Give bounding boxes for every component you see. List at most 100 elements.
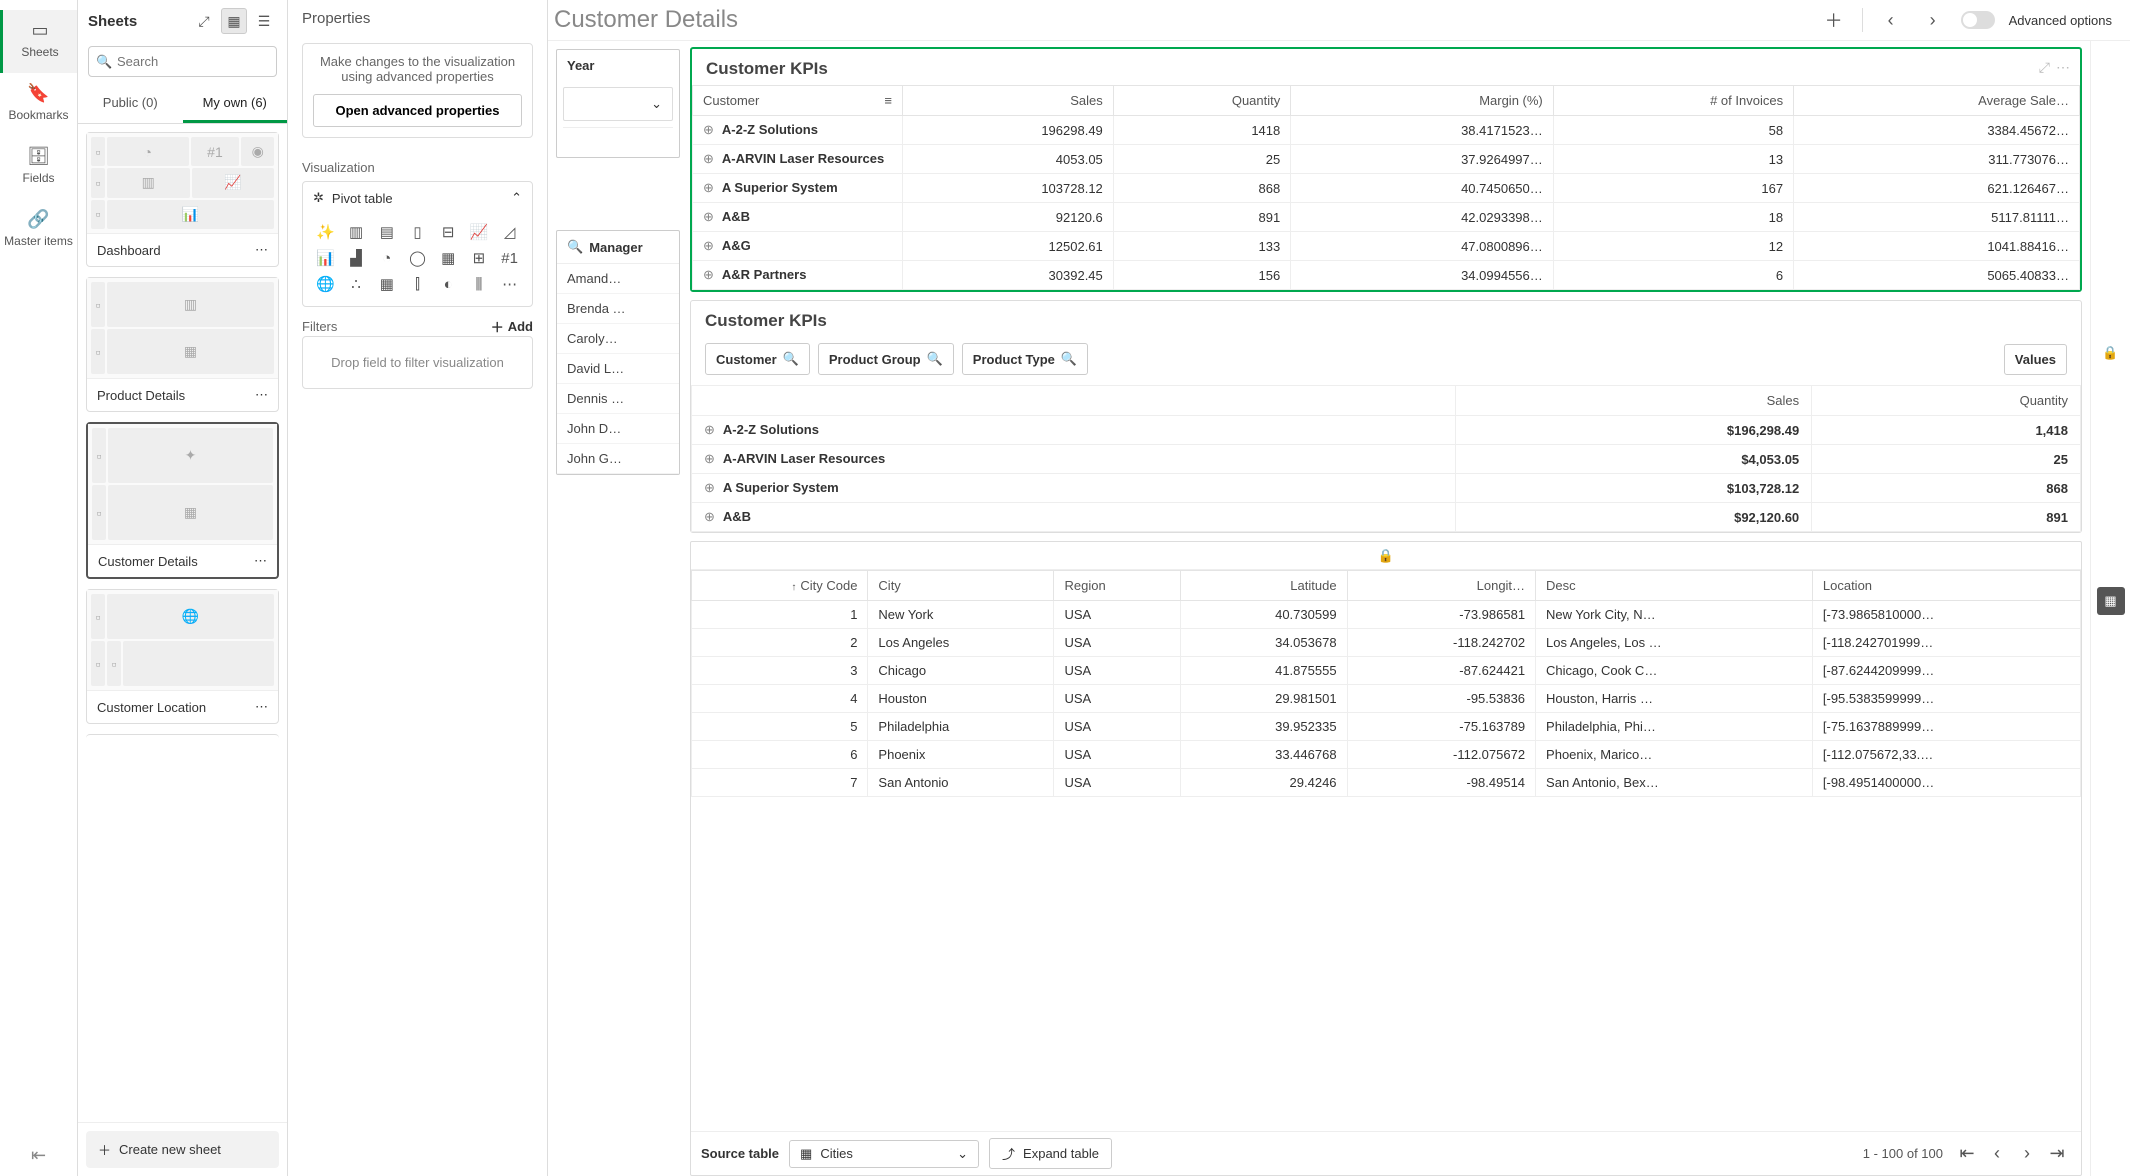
expand-row-icon[interactable]: ⊕ xyxy=(703,151,714,166)
manager-item[interactable]: David L… xyxy=(557,354,679,384)
advanced-options-label: Advanced options xyxy=(2009,13,2112,28)
more-icon[interactable]: ⋯ xyxy=(255,699,268,715)
more-icon[interactable]: ⋯ xyxy=(254,553,267,569)
create-sheet-button[interactable]: ＋ Create new sheet xyxy=(86,1131,279,1168)
viz-more-icon[interactable]: ⋯ xyxy=(495,272,524,296)
viz-waterfall-icon[interactable]: ▟ xyxy=(342,246,371,270)
viz-stacked-icon[interactable]: ▤ xyxy=(372,220,401,244)
tab-public[interactable]: Public (0) xyxy=(78,85,183,123)
manager-item[interactable]: Amand… xyxy=(557,264,679,294)
expand-row-icon[interactable]: ⊕ xyxy=(703,267,714,282)
expand-row-icon[interactable]: ⊕ xyxy=(704,422,715,437)
manager-item[interactable]: Caroly… xyxy=(557,324,679,354)
manager-filter-header[interactable]: 🔍 Manager xyxy=(557,231,679,264)
chip-product-type[interactable]: Product Type🔍 xyxy=(962,343,1088,375)
more-icon[interactable]: ⋯ xyxy=(255,387,268,403)
sheet-card-dashboard[interactable]: ▫◔#1◉ ▫▥📈 ▫📊 Dashboard⋯ xyxy=(86,132,279,267)
kpi-table: Customer ≡SalesQuantityMargin (%)# of In… xyxy=(692,85,2080,290)
viz-box-icon[interactable]: ⊟ xyxy=(434,220,463,244)
rail-sheets[interactable]: ▭ Sheets xyxy=(0,10,77,73)
viz-map-icon[interactable]: 🌐 xyxy=(311,272,340,296)
advanced-options-toggle[interactable] xyxy=(1961,11,1995,29)
viz-combo-icon[interactable]: 📊 xyxy=(311,246,340,270)
right-rail: 🔒 ▦ xyxy=(2090,41,2130,1176)
lock-panel-icon[interactable]: 🔒 xyxy=(2097,339,2125,367)
chevron-up-icon: ⌃ xyxy=(511,190,522,206)
plus-icon: ＋ xyxy=(98,1140,111,1159)
expand-row-icon[interactable]: ⊕ xyxy=(703,180,714,195)
sheet-card-customer-details[interactable]: ▫✦ ▫▦ Customer Details⋯ xyxy=(86,422,279,579)
list-view-icon[interactable]: ☰ xyxy=(251,8,277,34)
grid-view-icon[interactable]: ▦ xyxy=(221,8,247,34)
manager-item[interactable]: John G… xyxy=(557,444,679,474)
fullscreen-icon[interactable]: ⤢ xyxy=(2039,59,2050,76)
rail-bookmarks[interactable]: 🔖 Bookmarks xyxy=(0,73,77,136)
viz-gauge-icon[interactable]: ◐ xyxy=(434,272,463,296)
viz-bullet-icon[interactable]: ▯ xyxy=(403,220,432,244)
manager-item[interactable]: Brenda … xyxy=(557,294,679,324)
more-icon[interactable]: ⋯ xyxy=(255,242,268,258)
viz-pivot-icon[interactable]: ⊞ xyxy=(465,246,494,270)
sheet-card-customer-location[interactable]: ▫🌐 ▫▫ Customer Location⋯ xyxy=(86,589,279,724)
expand-row-icon[interactable]: ⊕ xyxy=(704,480,715,495)
open-advanced-properties-button[interactable]: Open advanced properties xyxy=(313,94,522,127)
source-table-select[interactable]: ▦Cities ⌄ xyxy=(789,1140,979,1168)
customer-kpis-table[interactable]: ⤢⋯ Customer KPIs Customer ≡SalesQuantity… xyxy=(690,47,2082,292)
pager-next[interactable]: › xyxy=(2013,1140,2041,1168)
rail-master-label: Master items xyxy=(4,234,73,248)
more-icon[interactable]: ⋯ xyxy=(2056,59,2070,76)
manager-item[interactable]: Dennis … xyxy=(557,384,679,414)
expand-row-icon[interactable]: ⊕ xyxy=(704,509,715,524)
pager-last[interactable]: ⇥ xyxy=(2043,1140,2071,1168)
create-sheet-label: Create new sheet xyxy=(119,1142,221,1157)
rail-fields-label: Fields xyxy=(22,171,54,185)
viz-donut-icon[interactable]: ◯ xyxy=(403,246,432,270)
chip-values[interactable]: Values xyxy=(2004,344,2067,375)
customer-kpis-pivot[interactable]: Customer KPIs Customer🔍 Product Group🔍 P… xyxy=(690,300,2082,533)
viz-kpi-icon[interactable]: #1 xyxy=(495,246,524,270)
prev-sheet-button[interactable]: ‹ xyxy=(1877,6,1905,34)
rail-master-items[interactable]: 🔗 Master items xyxy=(0,199,77,262)
expand-table-button[interactable]: ⤴ Expand table xyxy=(989,1138,1112,1169)
sheet-name: Product Details xyxy=(97,388,185,403)
rail-bookmarks-label: Bookmarks xyxy=(8,108,68,122)
viz-histogram-icon[interactable]: ⫿ xyxy=(403,272,432,296)
rail-fields[interactable]: 🗄 Fields xyxy=(0,136,77,199)
viz-area-icon[interactable]: ◿ xyxy=(495,220,524,244)
chip-product-group[interactable]: Product Group🔍 xyxy=(818,343,954,375)
viz-scatter-icon[interactable]: ∴ xyxy=(342,272,371,296)
pager-first[interactable]: ⇤ xyxy=(1953,1140,1981,1168)
menu-icon[interactable]: ≡ xyxy=(884,93,892,108)
search-icon: 🔍 xyxy=(783,351,799,367)
manager-item[interactable]: John D… xyxy=(557,414,679,444)
expand-row-icon[interactable]: ⊕ xyxy=(704,451,715,466)
expand-icon: ⤴ xyxy=(1002,1144,1015,1163)
visualization-dropdown[interactable]: ✲ Pivot table ⌃ xyxy=(303,182,532,214)
add-button[interactable]: ＋ xyxy=(1820,6,1848,34)
collapse-rail-button[interactable]: ⇤ xyxy=(31,1145,46,1166)
pager-prev[interactable]: ‹ xyxy=(1983,1140,2011,1168)
expand-row-icon[interactable]: ⊕ xyxy=(703,122,714,137)
sheets-search-input[interactable] xyxy=(88,46,277,77)
next-sheet-button[interactable]: › xyxy=(1919,6,1947,34)
visualization-grid: ✨ ▥ ▤ ▯ ⊟ 📈 ◿ 📊 ▟ ◔ ◯ ▦ ⊞ #1 🌐 ∴ ▦ xyxy=(303,214,532,306)
viz-distribution-icon[interactable]: ⫼ xyxy=(465,272,494,296)
viz-line-icon[interactable]: 📈 xyxy=(465,220,494,244)
viz-treemap-icon[interactable]: ▦ xyxy=(372,272,401,296)
filter-drop-zone[interactable]: Drop field to filter visualization xyxy=(302,336,533,389)
viz-auto-icon[interactable]: ✨ xyxy=(311,220,340,244)
table-panel-icon[interactable]: ▦ xyxy=(2097,587,2125,615)
viz-table-icon[interactable]: ▦ xyxy=(434,246,463,270)
add-filter-button[interactable]: ＋ Add xyxy=(491,317,533,336)
expand-row-icon[interactable]: ⊕ xyxy=(703,238,714,253)
year-dropdown[interactable]: ⌄ xyxy=(563,87,673,121)
viz-bar-icon[interactable]: ▥ xyxy=(342,220,371,244)
expand-row-icon[interactable]: ⊕ xyxy=(703,209,714,224)
viz-pie-icon[interactable]: ◔ xyxy=(372,246,401,270)
tab-my-own[interactable]: My own (6) xyxy=(183,85,288,123)
year-filter: Year ⌄ xyxy=(556,49,680,158)
chip-customer[interactable]: Customer🔍 xyxy=(705,343,810,375)
expand-icon[interactable]: ⤢ xyxy=(191,8,217,34)
sheet-card-product-details[interactable]: ▫▥ ▫▦ Product Details⋯ xyxy=(86,277,279,412)
puzzle-icon: ✲ xyxy=(313,190,324,206)
